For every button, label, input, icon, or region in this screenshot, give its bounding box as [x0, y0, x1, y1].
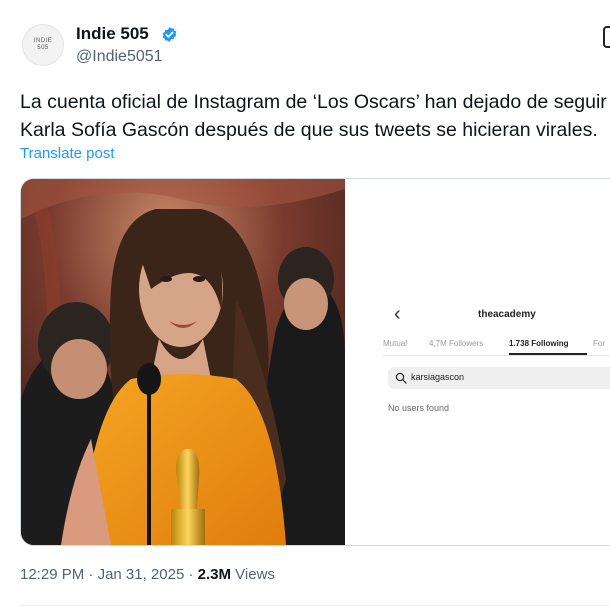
- tabs-divider: [383, 355, 610, 356]
- more-options-button[interactable]: [603, 26, 610, 48]
- separator-dot: ·: [184, 566, 198, 583]
- separator-dot: ·: [84, 566, 98, 583]
- divider: [20, 605, 610, 606]
- tweet-text-line1: La cuenta oficial de Instagram de ‘Los O…: [20, 91, 610, 113]
- tweet-media[interactable]: ‹ theacademy Mutual 4,7M Followers 1.738…: [20, 178, 610, 546]
- verified-badge-icon: [162, 27, 177, 42]
- author-name[interactable]: Indie 505: [76, 24, 149, 44]
- instagram-screenshot: ‹ theacademy Mutual 4,7M Followers 1.738…: [346, 179, 610, 545]
- translate-post-link[interactable]: Translate post: [20, 145, 115, 162]
- avatar-text-line2: 505: [37, 45, 49, 51]
- search-value: karsiagascon: [411, 372, 465, 382]
- avatar-text-line1: INDIE: [33, 38, 53, 44]
- tweet-text: La cuenta oficial de Instagram de ‘Los O…: [20, 88, 610, 144]
- event-photo[interactable]: [21, 179, 345, 545]
- views-count: 2.3M: [197, 566, 232, 583]
- post-date[interactable]: Jan 31, 2025: [98, 566, 185, 583]
- instagram-account-name: theacademy: [478, 309, 536, 320]
- search-icon: [395, 372, 407, 384]
- tweet-meta: 12:29 PM · Jan 31, 2025 · 2.3M Views: [20, 566, 275, 583]
- author-avatar[interactable]: INDIE 505: [22, 24, 64, 66]
- empty-results-text: No users found: [388, 403, 450, 413]
- views-label: Views: [231, 566, 275, 583]
- author-handle[interactable]: @Indie5051: [76, 48, 163, 66]
- tab-following[interactable]: 1.738 Following: [509, 339, 569, 348]
- instagram-search-input[interactable]: karsiagascon: [388, 367, 610, 389]
- post-time[interactable]: 12:29 PM: [20, 566, 84, 583]
- tab-for-you[interactable]: For: [593, 339, 605, 348]
- tweet-text-line2: Karla Sofía Gascón después de que sus tw…: [20, 119, 598, 141]
- back-chevron-icon[interactable]: ‹: [394, 303, 401, 326]
- tab-followers[interactable]: 4,7M Followers: [429, 339, 483, 348]
- tab-mutual[interactable]: Mutual: [383, 339, 407, 348]
